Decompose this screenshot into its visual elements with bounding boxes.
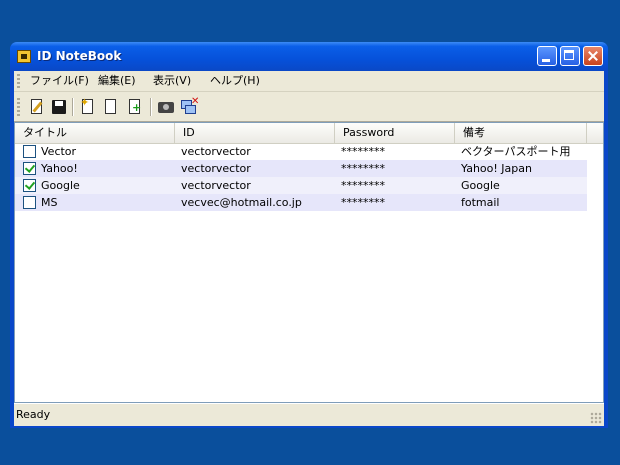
column-header-password[interactable]: Password xyxy=(335,123,455,143)
row-password: ******** xyxy=(341,162,385,175)
menu-view[interactable]: 表示(V) xyxy=(153,74,191,88)
row-password: ******** xyxy=(341,145,385,158)
status-bar: Ready xyxy=(14,403,604,426)
window-title: ID NoteBook xyxy=(37,49,122,63)
row-password: ******** xyxy=(341,196,385,209)
list-header: タイトル ID Password 備考 xyxy=(15,123,603,144)
toolbar-grip-icon[interactable] xyxy=(17,98,20,116)
minimize-button[interactable] xyxy=(537,46,557,66)
menu-help[interactable]: ヘルプ(H) xyxy=(210,74,260,88)
new-item-icon[interactable]: ✦ xyxy=(79,97,97,116)
toolbar-separator xyxy=(72,98,74,116)
row-note: Google xyxy=(461,179,500,192)
client-area: ファイル(F) 編集(E) 表示(V) ヘルプ(H) ✦ + ✕ タイトル ID… xyxy=(14,71,604,426)
row-checkbox[interactable] xyxy=(23,196,36,209)
capture-icon[interactable] xyxy=(157,98,175,116)
row-checkbox[interactable] xyxy=(23,162,36,175)
row-title: Vector xyxy=(41,145,77,158)
toolbar: ✦ + ✕ xyxy=(14,93,604,122)
menu-file[interactable]: ファイル(F) xyxy=(30,74,89,88)
menu-edit[interactable]: 編集(E) xyxy=(98,74,136,88)
column-header-title[interactable]: タイトル xyxy=(15,123,175,143)
row-id: vecvec@hotmail.co.jp xyxy=(181,196,302,209)
column-header-id[interactable]: ID xyxy=(175,123,335,143)
row-note: fotmail xyxy=(461,196,500,209)
maximize-button[interactable] xyxy=(560,46,580,66)
delete-window-icon[interactable]: ✕ xyxy=(180,96,199,116)
app-window: ID NoteBook ファイル(F) 編集(E) 表示(V) ヘルプ(H) ✦ xyxy=(10,42,608,428)
row-password: ******** xyxy=(341,179,385,192)
column-header-note[interactable]: 備考 xyxy=(455,123,587,143)
table-row[interactable]: Google vectorvector ******** Google xyxy=(15,177,587,194)
row-title: Yahoo! xyxy=(41,162,78,175)
row-id: vectorvector xyxy=(181,162,251,175)
row-id: vectorvector xyxy=(181,145,251,158)
entry-list[interactable]: タイトル ID Password 備考 Vector vectorvector … xyxy=(14,122,604,403)
new-page-icon[interactable] xyxy=(102,98,120,116)
close-button[interactable] xyxy=(583,46,603,66)
menu-grip-icon[interactable] xyxy=(17,74,20,88)
row-note: ベクターパスポート用 xyxy=(461,145,571,158)
row-title: Google xyxy=(41,179,80,192)
app-icon xyxy=(17,50,31,63)
edit-icon[interactable] xyxy=(28,98,46,116)
table-row[interactable]: Yahoo! vectorvector ******** Yahoo! Japa… xyxy=(15,160,587,177)
resize-grip-icon[interactable] xyxy=(590,412,602,424)
row-checkbox[interactable] xyxy=(23,179,36,192)
toolbar-separator xyxy=(150,98,152,116)
row-title: MS xyxy=(41,196,58,209)
status-text: Ready xyxy=(16,408,51,421)
title-bar[interactable]: ID NoteBook xyxy=(10,42,608,71)
row-note: Yahoo! Japan xyxy=(461,162,532,175)
row-id: vectorvector xyxy=(181,179,251,192)
table-row[interactable]: MS vecvec@hotmail.co.jp ******** fotmail xyxy=(15,194,587,211)
save-icon[interactable] xyxy=(50,98,68,116)
menu-bar: ファイル(F) 編集(E) 表示(V) ヘルプ(H) xyxy=(14,71,604,92)
add-icon[interactable]: + xyxy=(126,98,144,116)
row-checkbox[interactable] xyxy=(23,145,36,158)
table-row[interactable]: Vector vectorvector ******** ベクターパスポート用 xyxy=(15,143,587,160)
